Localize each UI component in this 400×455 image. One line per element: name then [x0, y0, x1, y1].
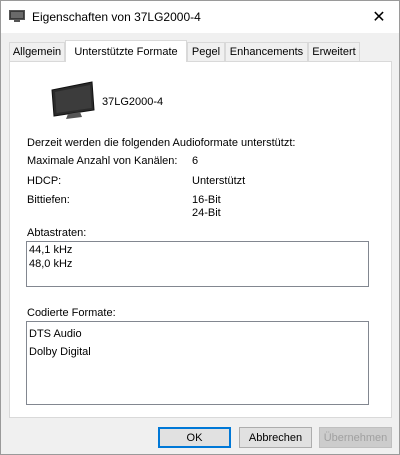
- hdcp-label: HDCP:: [27, 175, 62, 187]
- close-button[interactable]: ✕: [359, 1, 399, 32]
- tab-strip: Allgemein Unterstützte Formate Pegel Enh…: [9, 40, 393, 62]
- speaker-icon: [9, 10, 25, 22]
- list-item[interactable]: DTS Audio: [27, 325, 368, 343]
- list-item[interactable]: 48,0 kHz: [27, 257, 368, 271]
- tab-unterstuetzte-formate[interactable]: Unterstützte Formate: [65, 40, 187, 62]
- list-item[interactable]: Dolby Digital: [27, 343, 368, 361]
- max-channels-label: Maximale Anzahl von Kanälen:: [27, 155, 178, 167]
- title-bar: Eigenschaften von 37LG2000-4 ✕: [1, 1, 399, 33]
- apply-button[interactable]: Übernehmen: [319, 427, 392, 448]
- tab-label: Pegel: [191, 46, 221, 58]
- tab-label: Erweitert: [312, 46, 356, 58]
- close-icon: ✕: [372, 8, 386, 26]
- tab-allgemein[interactable]: Allgemein: [9, 42, 65, 61]
- bit-depth-24: 24-Bit: [192, 207, 221, 219]
- encoded-formats-list[interactable]: DTS Audio Dolby Digital: [26, 321, 369, 405]
- cancel-button[interactable]: Abbrechen: [239, 427, 312, 448]
- ok-button[interactable]: OK: [158, 427, 231, 448]
- sample-rates-list[interactable]: 44,1 kHz 48,0 kHz: [26, 241, 369, 287]
- max-channels-value: 6: [192, 155, 199, 167]
- window-title: Eigenschaften von 37LG2000-4: [32, 10, 201, 24]
- tab-pegel[interactable]: Pegel: [187, 42, 225, 61]
- hdcp-value: Unterstützt: [192, 175, 246, 187]
- supported-formats-intro: Derzeit werden die folgenden Audioformat…: [27, 137, 296, 149]
- tab-enhancements[interactable]: Enhancements: [225, 42, 308, 61]
- tab-label: Unterstützte Formate: [74, 45, 178, 58]
- properties-dialog: Eigenschaften von 37LG2000-4 ✕ Allgemein…: [0, 0, 400, 455]
- supported-formats-panel: 37LG2000-4 Derzeit werden die folgenden …: [9, 61, 392, 418]
- tab-label: Allgemein: [12, 46, 62, 58]
- sample-rates-label: Abtastraten:: [27, 227, 87, 239]
- tab-erweitert[interactable]: Erweitert: [308, 42, 360, 61]
- tv-monitor-icon: [51, 81, 95, 119]
- bit-depths-label: Bittiefen:: [27, 194, 70, 206]
- list-item[interactable]: 44,1 kHz: [27, 243, 368, 257]
- device-name: 37LG2000-4: [102, 96, 164, 108]
- bit-depth-16: 16-Bit: [192, 194, 221, 206]
- tab-label: Enhancements: [229, 46, 304, 58]
- encoded-formats-label: Codierte Formate:: [27, 307, 116, 319]
